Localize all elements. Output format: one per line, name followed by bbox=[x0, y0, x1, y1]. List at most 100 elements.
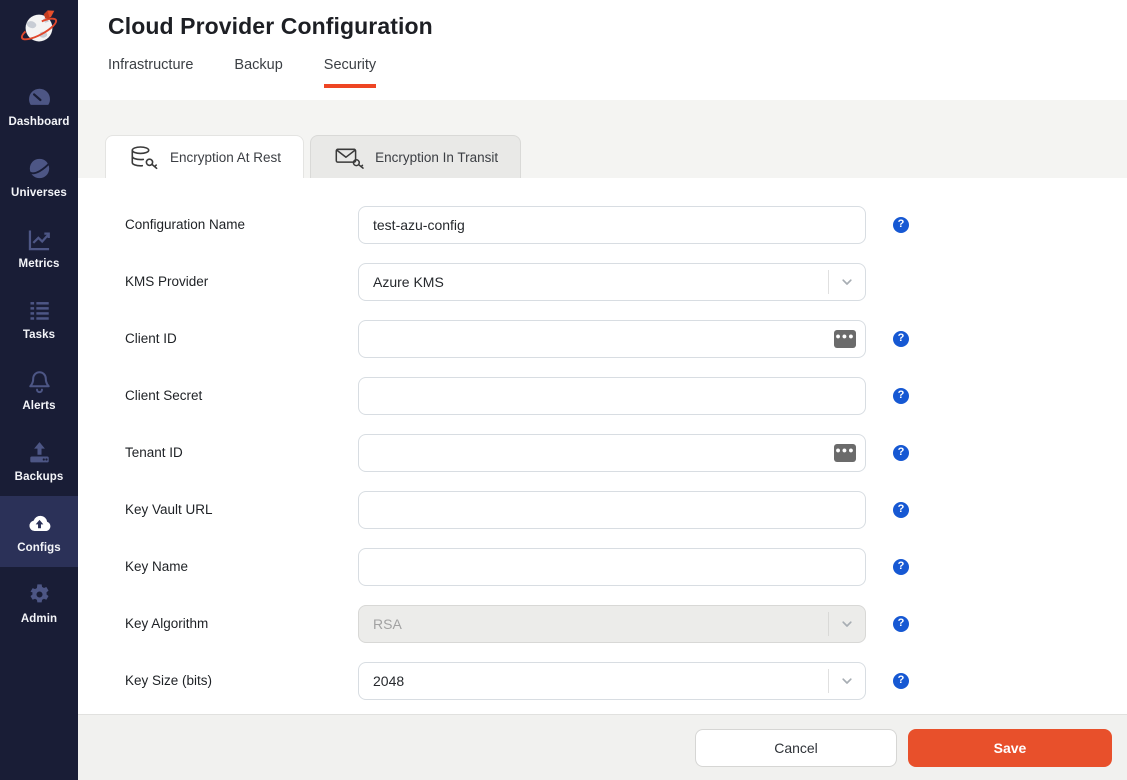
content-area: Encryption At RestEncryption In Transit … bbox=[78, 100, 1127, 780]
tab-backup[interactable]: Backup bbox=[234, 57, 282, 88]
sidebar-item-configs[interactable]: Configs bbox=[0, 496, 78, 567]
tab-bar: Infrastructure Backup Security bbox=[78, 57, 1127, 88]
tenant-id-label: Tenant ID bbox=[125, 445, 358, 460]
sidebar-item-universes[interactable]: Universes bbox=[0, 141, 78, 212]
configuration-name-input[interactable] bbox=[358, 206, 866, 244]
sidebar-item-metrics[interactable]: Metrics bbox=[0, 212, 78, 283]
sidebar-item-label: Configs bbox=[17, 542, 61, 554]
key-size-bits-control: 2048 bbox=[358, 662, 866, 700]
mail-key-icon bbox=[333, 144, 365, 171]
sidebar-nav: Dashboard Universes Metrics Tasks Alerts Back… bbox=[0, 70, 78, 638]
sidebar-item-alerts[interactable]: Alerts bbox=[0, 354, 78, 425]
kms-provider-label: KMS Provider bbox=[125, 274, 358, 289]
key-algorithm-select: RSA bbox=[358, 605, 866, 643]
help-icon[interactable]: ? bbox=[893, 616, 909, 632]
help-icon[interactable]: ? bbox=[893, 673, 909, 689]
help-icon[interactable]: ? bbox=[893, 217, 909, 233]
app-root: Dashboard Universes Metrics Tasks Alerts Back… bbox=[0, 0, 1127, 780]
key-algorithm-control: RSA bbox=[358, 605, 866, 643]
client-id-control: ●●● bbox=[358, 320, 866, 358]
sidebar-item-label: Metrics bbox=[19, 258, 60, 270]
sidebar-item-label: Admin bbox=[21, 613, 57, 625]
key-name-control bbox=[358, 548, 866, 586]
configuration-name-label: Configuration Name bbox=[125, 217, 358, 232]
client-id-label: Client ID bbox=[125, 331, 358, 346]
help-icon[interactable]: ? bbox=[893, 559, 909, 575]
kms-provider-select[interactable]: Azure KMS bbox=[358, 263, 866, 301]
logo[interactable] bbox=[0, 0, 78, 62]
form-row-key-algorithm: Key Algorithm RSA? bbox=[125, 595, 1127, 652]
sidebar: Dashboard Universes Metrics Tasks Alerts Back… bbox=[0, 0, 78, 780]
ellipsis-icon[interactable]: ●●● bbox=[834, 330, 856, 348]
kms-provider-control: Azure KMS bbox=[358, 263, 866, 301]
bell-icon bbox=[26, 368, 53, 395]
main-area: Cloud Provider Configuration Infrastruct… bbox=[78, 0, 1127, 780]
kms-config-form: Configuration Name? KMS Provider Azure KMS… bbox=[78, 178, 1127, 714]
sidebar-item-label: Backups bbox=[15, 471, 64, 483]
upload-tray-icon bbox=[26, 439, 53, 466]
ellipsis-icon[interactable]: ●●● bbox=[834, 444, 856, 462]
help-icon[interactable]: ? bbox=[893, 445, 909, 461]
sidebar-item-dashboard[interactable]: Dashboard bbox=[0, 70, 78, 141]
tenant-id-input[interactable] bbox=[358, 434, 866, 472]
gear-icon bbox=[26, 581, 53, 608]
subtab-label: Encryption In Transit bbox=[375, 150, 498, 165]
form-row-client-id: Client ID ●●●? bbox=[125, 310, 1127, 367]
form-row-key-vault-url: Key Vault URL? bbox=[125, 481, 1127, 538]
sidebar-item-label: Alerts bbox=[22, 400, 55, 412]
database-key-icon bbox=[128, 144, 160, 171]
key-algorithm-value: RSA bbox=[373, 616, 828, 632]
help-icon[interactable]: ? bbox=[893, 331, 909, 347]
cloud-upload-icon bbox=[26, 510, 53, 537]
key-algorithm-label: Key Algorithm bbox=[125, 616, 358, 631]
client-secret-control bbox=[358, 377, 866, 415]
client-secret-input[interactable] bbox=[358, 377, 866, 415]
chevron-down-icon bbox=[829, 673, 865, 689]
key-vault-url-label: Key Vault URL bbox=[125, 502, 358, 517]
cancel-button[interactable]: Cancel bbox=[695, 729, 897, 767]
tab-infrastructure[interactable]: Infrastructure bbox=[108, 57, 193, 88]
form-row-client-secret: Client Secret? bbox=[125, 367, 1127, 424]
sidebar-item-backups[interactable]: Backups bbox=[0, 425, 78, 496]
key-size-bits-select[interactable]: 2048 bbox=[358, 662, 866, 700]
subtab-encryption-in-transit[interactable]: Encryption In Transit bbox=[310, 135, 521, 178]
globe-icon bbox=[26, 155, 53, 182]
chart-line-icon bbox=[26, 226, 53, 253]
form-row-kms-provider: KMS Provider Azure KMS bbox=[125, 253, 1127, 310]
client-secret-label: Client Secret bbox=[125, 388, 358, 403]
key-name-input[interactable] bbox=[358, 548, 866, 586]
form-row-tenant-id: Tenant ID ●●●? bbox=[125, 424, 1127, 481]
help-icon[interactable]: ? bbox=[893, 388, 909, 404]
client-id-input[interactable] bbox=[358, 320, 866, 358]
task-list-icon bbox=[26, 297, 53, 324]
sidebar-item-label: Dashboard bbox=[9, 116, 70, 128]
key-size-bits-label: Key Size (bits) bbox=[125, 673, 358, 688]
form-row-configuration-name: Configuration Name? bbox=[125, 196, 1127, 253]
subtab-bar: Encryption At Rest Encryption In Transit bbox=[105, 135, 1127, 178]
form-footer: Cancel Save bbox=[78, 714, 1127, 780]
kms-provider-value: Azure KMS bbox=[373, 274, 828, 290]
configuration-name-control bbox=[358, 206, 866, 244]
form-row-key-name: Key Name? bbox=[125, 538, 1127, 595]
chevron-down-icon bbox=[829, 274, 865, 290]
gauge-icon bbox=[26, 84, 53, 111]
save-button[interactable]: Save bbox=[908, 729, 1112, 767]
sidebar-item-label: Universes bbox=[11, 187, 67, 199]
key-name-label: Key Name bbox=[125, 559, 358, 574]
chevron-down-icon bbox=[829, 616, 865, 632]
page-title: Cloud Provider Configuration bbox=[78, 0, 1127, 40]
key-vault-url-control bbox=[358, 491, 866, 529]
key-vault-url-input[interactable] bbox=[358, 491, 866, 529]
sidebar-item-admin[interactable]: Admin bbox=[0, 567, 78, 638]
form-row-key-size-bits: Key Size (bits) 2048? bbox=[125, 652, 1127, 709]
rocket-planet-logo-icon bbox=[16, 5, 62, 58]
sidebar-item-label: Tasks bbox=[23, 329, 55, 341]
subtab-encryption-at-rest[interactable]: Encryption At Rest bbox=[105, 135, 304, 178]
sidebar-item-tasks[interactable]: Tasks bbox=[0, 283, 78, 354]
key-size-bits-value: 2048 bbox=[373, 673, 828, 689]
page-header: Cloud Provider Configuration Infrastruct… bbox=[78, 0, 1127, 100]
help-icon[interactable]: ? bbox=[893, 502, 909, 518]
subtab-label: Encryption At Rest bbox=[170, 150, 281, 165]
tab-security[interactable]: Security bbox=[324, 57, 376, 88]
tenant-id-control: ●●● bbox=[358, 434, 866, 472]
